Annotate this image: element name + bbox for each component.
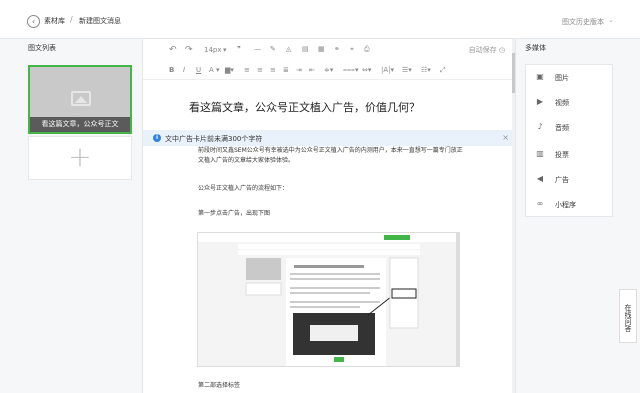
article-list-title: 图文列表	[28, 44, 56, 52]
online-help-button[interactable]: 在线问答	[619, 289, 637, 343]
paste-icon[interactable]: ▤	[302, 44, 309, 54]
body-paragraph[interactable]: 第一步点击广告，出现下图	[198, 209, 468, 219]
font-size-select[interactable]: 14px	[204, 45, 222, 55]
underline-button[interactable]: U	[196, 65, 201, 75]
chevron-down-icon[interactable]: ▾	[216, 65, 220, 75]
align-left-icon[interactable]: ≡	[244, 65, 250, 75]
back-icon[interactable]: ‹	[27, 15, 40, 28]
media-item-label: 小程序	[555, 201, 576, 209]
article-card-caption: 看这篇文章，公众号正文	[30, 117, 130, 132]
page-title: 新建图文消息	[79, 17, 121, 25]
media-item-ad[interactable]: ◀ 广告	[526, 169, 614, 190]
unordered-list-icon[interactable]: ☷▾	[421, 65, 431, 75]
image-icon: ▣	[536, 72, 544, 81]
miniprogram-icon: ∞	[536, 199, 544, 208]
info-icon: i	[153, 134, 161, 142]
multimedia-title: 多媒体	[525, 44, 546, 52]
vote-icon: ▥	[536, 149, 544, 158]
image-placeholder-icon	[71, 91, 91, 106]
body-paragraph[interactable]: 第二部选择标签	[198, 381, 468, 391]
media-item-label: 图片	[555, 74, 569, 82]
indent-icon[interactable]: ⇥	[296, 65, 302, 75]
link-icon[interactable]: ⚭	[334, 44, 340, 54]
autosave-status: 自动保存 ◷	[468, 46, 505, 54]
undo-icon[interactable]: ↶	[169, 45, 177, 55]
fullscreen-icon[interactable]: ⤢	[440, 65, 446, 75]
editor-toolbar: ↶ ↷ 14px ▾ ❞ — ✎ ◬ ▤ ▦ ⚭ ⌖ ⎙ 自动保存 ◷ B I …	[143, 39, 515, 80]
breadcrumb-separator: /	[70, 15, 73, 24]
clear-format-icon[interactable]: ◬	[286, 44, 291, 54]
paragraph-spacing-icon[interactable]: ⩶▾	[343, 65, 359, 75]
body-paragraph[interactable]: 前段时间又鑫SEM公众号有幸被选中为公众号正文植入广告的内测用户，本来一直想写一…	[198, 146, 468, 166]
media-item-audio[interactable]: ♪ 音频	[526, 117, 614, 138]
media-item-video[interactable]: ▶ 视频	[526, 92, 614, 113]
screenshot-illustration	[198, 233, 459, 366]
indent-spacing-icon[interactable]: |A|▾	[381, 65, 394, 75]
chevron-down-icon[interactable]: ⌄	[608, 16, 614, 24]
align-justify-icon[interactable]: ≣	[283, 65, 289, 75]
bold-button[interactable]: B	[169, 65, 174, 75]
breadcrumb-library[interactable]: 素材库	[44, 16, 65, 26]
media-item-image[interactable]: ▣ 图片	[526, 67, 614, 88]
article-title[interactable]: 看这篇文章，公众号正文植入广告，价值几何？	[189, 99, 420, 115]
print-icon[interactable]: ⎙	[364, 44, 370, 54]
audio-icon: ♪	[537, 122, 543, 131]
editor-area: ↶ ↷ 14px ▾ ❞ — ✎ ◬ ▤ ▦ ⚭ ⌖ ⎙ 自动保存 ◷ B I …	[143, 39, 515, 393]
ad-icon: ◀	[536, 174, 544, 183]
add-article-button[interactable]: +	[28, 136, 132, 180]
article-list-panel: 图文列表 看这篇文章，公众号正文 +	[0, 39, 143, 393]
media-item-label: 投票	[555, 151, 569, 159]
ad-notice-bar: i 文中广告卡片前未满300个字符 ×	[143, 130, 515, 146]
align-center-icon[interactable]: ≡	[257, 65, 263, 75]
italic-button[interactable]: I	[183, 65, 185, 75]
media-item-label: 视频	[555, 99, 569, 107]
chevron-down-icon[interactable]: ▾	[223, 45, 227, 55]
font-color-button[interactable]: A	[209, 65, 214, 75]
insert-icon[interactable]: ⌖	[350, 44, 354, 54]
divider-icon[interactable]: —	[254, 44, 261, 54]
quote-icon[interactable]: ❞	[237, 44, 241, 54]
background-color-icon[interactable]: ▆▾	[225, 65, 234, 75]
top-bar: ‹ 素材库 / 新建图文消息 图文历史版本 ⌄	[0, 0, 640, 39]
media-item-label: 音频	[555, 124, 569, 132]
media-item-label: 广告	[555, 176, 569, 184]
body-paragraph[interactable]: 公众号正文植入广告的流程如下：	[198, 184, 468, 194]
embedded-screenshot-image[interactable]	[197, 232, 460, 367]
letter-spacing-icon[interactable]: ⇔▾	[362, 65, 371, 75]
video-icon: ▶	[536, 97, 544, 106]
redo-icon[interactable]: ↷	[185, 45, 193, 55]
multimedia-list: ▣ 图片 ▶ 视频 ♪ 音频 ▥ 投票 ◀ 广告 ∞ 小程序	[525, 64, 613, 217]
table-icon[interactable]: ▦	[318, 44, 325, 54]
ordered-list-icon[interactable]: ☰▾	[402, 65, 412, 75]
outdent-icon[interactable]: ⇤	[309, 65, 315, 75]
article-card[interactable]: 看这篇文章，公众号正文	[28, 65, 132, 134]
line-height-icon[interactable]: ≑▾	[324, 65, 333, 75]
align-right-icon[interactable]: ≡	[270, 65, 276, 75]
media-item-miniprogram[interactable]: ∞ 小程序	[526, 194, 614, 215]
media-item-vote[interactable]: ▥ 投票	[526, 144, 614, 165]
format-brush-icon[interactable]: ✎	[270, 44, 276, 54]
history-version-button[interactable]: 图文历史版本	[562, 17, 604, 27]
notice-text: 文中广告卡片前未满300个字符	[165, 135, 263, 143]
close-icon[interactable]: ×	[502, 133, 509, 142]
